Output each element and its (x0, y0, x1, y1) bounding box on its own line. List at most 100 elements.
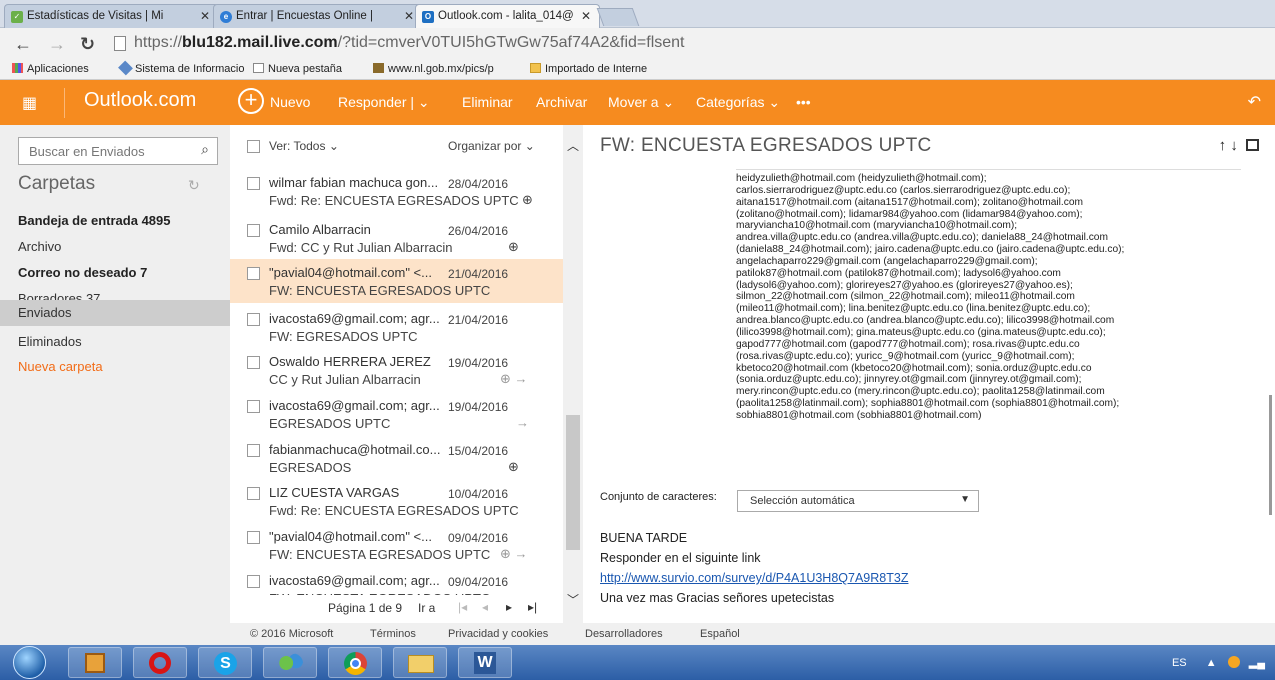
filter-dropdown[interactable]: Ver: Todos ⌄ (269, 139, 339, 153)
search-icon[interactable]: ⌕ (201, 141, 209, 158)
arrow-down-icon[interactable]: ↓ (1230, 137, 1238, 154)
bookmark-label: Importado de Interne (545, 63, 648, 75)
bookmark-apps[interactable]: Aplicaciones (12, 63, 89, 75)
new-tab-button[interactable] (596, 8, 640, 26)
show-hidden-icon[interactable]: ▲ (1206, 657, 1217, 669)
language-indicator[interactable]: ES (1172, 657, 1187, 669)
message-subject: Fwd: Re: ENCUESTA EGRESADOS UPTC (269, 503, 519, 518)
message-row[interactable]: fabianmachuca@hotmail.co... 15/04/2016 E… (230, 436, 563, 480)
go-to-page-link[interactable]: Ir a (418, 601, 435, 615)
forward-icon[interactable]: → (48, 34, 66, 55)
message-checkbox[interactable] (247, 531, 260, 544)
app-tray-icon[interactable] (1227, 656, 1240, 668)
message-row[interactable]: wilmar fabian machuca gon... 28/04/2016 … (230, 169, 563, 213)
taskbar-app[interactable]: S (198, 647, 252, 678)
tab-estadisticas[interactable]: ✓ Estadísticas de Visitas | Mi ✕ (4, 4, 219, 28)
close-icon[interactable]: ✕ (581, 9, 591, 23)
message-row[interactable]: ivacosta69@gmail.com; agr... 19/04/2016 … (230, 392, 563, 436)
privacy-link[interactable]: Privacidad y cookies (448, 628, 548, 640)
app-launcher-icon[interactable]: ▦ (22, 93, 37, 113)
terms-link[interactable]: Términos (370, 628, 416, 640)
taskbar-app[interactable] (133, 647, 187, 678)
more-button[interactable]: ••• (796, 94, 811, 110)
message-checkbox[interactable] (247, 356, 260, 369)
taskbar-app[interactable] (393, 647, 447, 678)
recipient-line: kbetoco20@hotmail.com (kbetoco20@hotmail… (736, 362, 1092, 374)
next-page-icon[interactable]: ▸ (506, 600, 512, 614)
bookmark-nl-gob[interactable]: www.nl.gob.mx/pics/p (373, 63, 494, 75)
scroll-up-icon[interactable]: ︿ (567, 137, 579, 154)
charset-select[interactable]: Selección automática ▼ (737, 490, 979, 512)
archive-button[interactable]: Archivar (536, 94, 587, 110)
survey-link[interactable]: http://www.survio.com/survey/d/P4A1U3H8Q… (600, 571, 908, 585)
bookmark-sistema[interactable]: Sistema de Informacio (118, 60, 244, 76)
last-page-icon[interactable]: ▸| (528, 600, 537, 614)
refresh-icon[interactable]: ↻ (188, 177, 200, 194)
message-checkbox[interactable] (247, 444, 260, 457)
undo-icon[interactable]: ↶ (1248, 92, 1261, 112)
developers-link[interactable]: Desarrolladores (585, 628, 663, 640)
folder-archive[interactable]: Archivo (0, 234, 230, 260)
taskbar-app[interactable] (263, 647, 317, 678)
scrollbar-thumb[interactable] (566, 415, 580, 550)
attachment-icon: ⊕ → (500, 546, 528, 561)
message-row-selected[interactable]: "pavial04@hotmail.com" <... 21/04/2016 F… (230, 259, 563, 303)
scroll-down-icon[interactable]: ﹀ (567, 591, 579, 608)
close-icon[interactable]: ✕ (200, 9, 210, 23)
recipient-line: angelachaparro229@gmail.com (angelachapa… (736, 255, 1038, 267)
message-checkbox[interactable] (247, 177, 260, 190)
language-link[interactable]: Español (700, 628, 740, 640)
new-button[interactable]: Nuevo (270, 94, 310, 110)
bookmark-importado[interactable]: Importado de Interne (530, 63, 647, 75)
brand-title[interactable]: Outlook.com (84, 89, 196, 112)
first-page-icon[interactable]: |◂ (458, 600, 467, 614)
message-checkbox[interactable] (247, 313, 260, 326)
message-row[interactable]: Oswaldo HERRERA JEREZ 19/04/2016 CC y Ru… (230, 348, 563, 392)
scrollbar-thumb[interactable] (1269, 395, 1272, 515)
message-checkbox[interactable] (247, 400, 260, 413)
new-folder-link[interactable]: Nueva carpeta (0, 354, 230, 380)
taskbar-app[interactable] (68, 647, 122, 678)
delete-button[interactable]: Eliminar (462, 94, 513, 110)
url-field[interactable]: https://blu182.mail.live.com/?tid=cmverV… (110, 32, 1260, 56)
close-icon[interactable]: ✕ (404, 9, 414, 23)
popout-icon[interactable] (1246, 139, 1259, 151)
url-prefix: https:// (134, 34, 183, 51)
taskbar-app[interactable]: W (458, 647, 512, 678)
folder-junk[interactable]: Correo no deseado 7 (0, 260, 230, 286)
message-checkbox[interactable] (247, 575, 260, 588)
bookmark-label: www.nl.gob.mx/pics/p (388, 63, 494, 75)
sort-dropdown[interactable]: Organizar por ⌄ (448, 139, 535, 153)
tab-label: Outlook.com - lalita_014@ (438, 10, 574, 22)
reload-icon[interactable]: ↻ (80, 34, 95, 55)
message-row[interactable]: Camilo Albarracin 26/04/2016 Fwd: CC y R… (230, 216, 563, 260)
prev-page-icon[interactable]: ◂ (482, 600, 488, 614)
message-checkbox[interactable] (247, 267, 260, 280)
bookmark-nueva-pestana[interactable]: Nueva pestaña (253, 63, 342, 75)
reply-button[interactable]: Responder | ⌄ (338, 94, 430, 111)
message-sender: LIZ CUESTA VARGAS (269, 485, 400, 500)
message-row[interactable]: "pavial04@hotmail.com" <... 09/04/2016 F… (230, 523, 563, 567)
tab-encuestas[interactable]: e Entrar | Encuestas Online | ✕ (213, 4, 423, 28)
message-checkbox[interactable] (247, 224, 260, 237)
start-button[interactable] (5, 646, 57, 679)
message-row[interactable]: LIZ CUESTA VARGAS 10/04/2016 Fwd: Re: EN… (230, 479, 563, 523)
tab-outlook[interactable]: O Outlook.com - lalita_014@ ✕ (415, 4, 600, 28)
reading-scrollbar[interactable] (1265, 165, 1275, 595)
move-to-button[interactable]: Mover a ⌄ (608, 94, 674, 111)
select-all-checkbox[interactable] (247, 140, 260, 153)
taskbar-app[interactable] (328, 647, 382, 678)
list-scrollbar[interactable]: ︿ ﹀ (563, 125, 583, 623)
folder-inbox[interactable]: Bandeja de entrada 4895 (0, 208, 230, 234)
message-row[interactable]: ivacosta69@gmail.com; agr... 21/04/2016 … (230, 305, 563, 349)
search-input[interactable]: Buscar en Enviados ⌕ (18, 137, 218, 165)
categories-button[interactable]: Categorías ⌄ (696, 94, 780, 111)
plus-icon[interactable]: + (238, 88, 264, 114)
back-icon[interactable]: ← (14, 34, 32, 55)
browser-tab-bar: ✓ Estadísticas de Visitas | Mi ✕ e Entra… (0, 0, 1275, 28)
message-checkbox[interactable] (247, 487, 260, 500)
arrow-up-icon[interactable]: ↑ (1219, 137, 1227, 154)
folder-sent[interactable]: Enviados (0, 300, 230, 326)
folder-deleted[interactable]: Eliminados (0, 329, 230, 355)
signal-icon[interactable]: ▂▄ (1249, 657, 1265, 669)
